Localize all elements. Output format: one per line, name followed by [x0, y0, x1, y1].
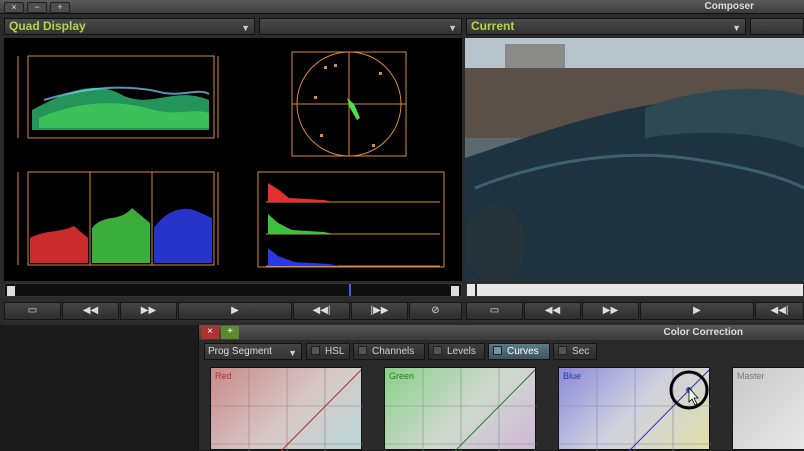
step-back-button[interactable]: ◀◀|	[755, 302, 804, 320]
rewind-button[interactable]: ◀◀	[524, 302, 581, 320]
color-correction-titlebar: × + Color Correction	[199, 325, 804, 340]
transport-bar-right: ▭ ◀◀ ▶▶ ▶ ◀◀|	[466, 302, 804, 322]
rewind-button[interactable]: ◀◀	[62, 302, 119, 320]
current-label: Current	[471, 19, 515, 33]
fast-forward-button[interactable]: ▶▶	[582, 302, 639, 320]
layout-button[interactable]: ▭	[4, 302, 61, 320]
blue-curve-panel[interactable]: Blue	[558, 367, 711, 451]
tab-levels[interactable]: Levels	[428, 343, 485, 360]
master-curve-panel[interactable]: Master	[732, 367, 804, 450]
playhead[interactable]	[349, 284, 351, 296]
fast-forward-button[interactable]: ▶▶	[120, 302, 177, 320]
chevron-down-icon: ▼	[288, 348, 297, 358]
timeline-in-handle[interactable]	[7, 286, 15, 296]
tab-sec-label: Sec	[572, 346, 590, 357]
layout-icon: ▭	[27, 305, 38, 316]
tab-channels[interactable]: Channels	[353, 343, 425, 360]
color-correction-window: × + Color Correction Prog Segment ▼ HSL …	[198, 325, 804, 451]
curve-label-master: Master	[737, 371, 765, 381]
step-forward-button[interactable]: |▶▶	[351, 302, 408, 320]
checkbox-icon	[311, 346, 320, 355]
step-forward-icon: |▶▶	[370, 305, 389, 316]
add-button[interactable]: +	[221, 326, 239, 339]
composer-title: Composer	[704, 1, 754, 12]
timeline-scrubber-left[interactable]	[4, 283, 462, 297]
add-button[interactable]: +	[50, 2, 70, 13]
histogram	[257, 171, 445, 268]
segment-dropdown[interactable]: Prog Segment ▼	[204, 343, 302, 360]
playhead[interactable]	[475, 284, 477, 296]
secondary-dropdown[interactable]: ▼	[259, 18, 462, 35]
quad-display-dropdown[interactable]: Quad Display ▼	[4, 18, 255, 35]
tab-curves[interactable]: Curves	[488, 343, 550, 360]
chevron-down-icon: ▼	[732, 23, 741, 33]
tab-sec[interactable]: Sec	[553, 343, 597, 360]
close-button[interactable]: ×	[4, 2, 24, 13]
current-dropdown[interactable]: Current ▼	[466, 18, 746, 35]
transport-bar-left: ▭ ◀◀ ▶▶ ▶ ◀◀| |▶▶ ⊘	[4, 302, 462, 322]
disable-button[interactable]: ⊘	[409, 302, 462, 320]
step-back-button[interactable]: ◀◀|	[293, 302, 350, 320]
chevron-down-icon: ▼	[241, 23, 250, 33]
checkbox-icon	[493, 346, 502, 355]
video-viewer[interactable]	[465, 38, 804, 281]
chevron-down-icon: ▼	[448, 23, 457, 33]
step-back-icon: ◀◀|	[770, 305, 789, 316]
viewer-frame-image	[465, 38, 804, 281]
play-icon: ▶	[231, 305, 239, 316]
composer-window: × − + Composer Quad Display ▼ ▼ Current …	[0, 0, 804, 325]
rewind-icon: ◀◀	[82, 305, 99, 316]
curve-label-red: Red	[215, 371, 232, 381]
step-back-icon: ◀◀|	[312, 305, 331, 316]
disable-icon: ⊘	[431, 305, 440, 316]
timeline-scrubber-right[interactable]	[466, 283, 804, 297]
layout-icon: ▭	[489, 305, 500, 316]
play-icon: ▶	[693, 305, 701, 316]
checkbox-icon	[433, 346, 442, 355]
layout-button[interactable]: ▭	[466, 302, 523, 320]
quad-display-label: Quad Display	[9, 19, 86, 33]
timeline-out-handle[interactable]	[451, 286, 459, 296]
vectorscope	[291, 51, 407, 157]
minimize-button[interactable]: −	[27, 2, 47, 13]
scopes-panel	[4, 38, 462, 281]
tab-hsl-label: HSL	[325, 346, 345, 357]
fast-forward-icon: ▶▶	[140, 305, 157, 316]
rgb-parade	[17, 171, 219, 266]
blue-curve-graph	[559, 368, 711, 451]
red-curve-graph	[211, 368, 363, 451]
scopes-graphic	[17, 51, 445, 268]
checkbox-icon	[358, 346, 367, 355]
rewind-icon: ◀◀	[544, 305, 561, 316]
curve-label-blue: Blue	[563, 371, 582, 381]
composer-titlebar: × − + Composer	[0, 0, 804, 14]
play-button[interactable]: ▶	[640, 302, 754, 320]
play-button[interactable]: ▶	[178, 302, 292, 320]
fast-forward-icon: ▶▶	[602, 305, 619, 316]
curve-label-green: Green	[389, 371, 415, 381]
tab-hsl[interactable]: HSL	[306, 343, 350, 360]
extra-dropdown[interactable]	[750, 18, 804, 35]
waveform-scope	[17, 55, 219, 139]
tab-channels-label: Channels	[372, 346, 415, 357]
segment-label: Prog Segment	[208, 346, 272, 357]
green-curve-panel[interactable]: Green	[384, 367, 537, 451]
close-button[interactable]: ×	[201, 326, 219, 339]
color-correction-title: Color Correction	[663, 327, 743, 338]
tab-curves-label: Curves	[507, 346, 539, 357]
tab-levels-label: Levels	[447, 346, 476, 357]
checkbox-icon	[558, 346, 567, 355]
mouse-cursor-icon	[688, 386, 699, 406]
red-curve-panel[interactable]: Red	[210, 367, 363, 451]
